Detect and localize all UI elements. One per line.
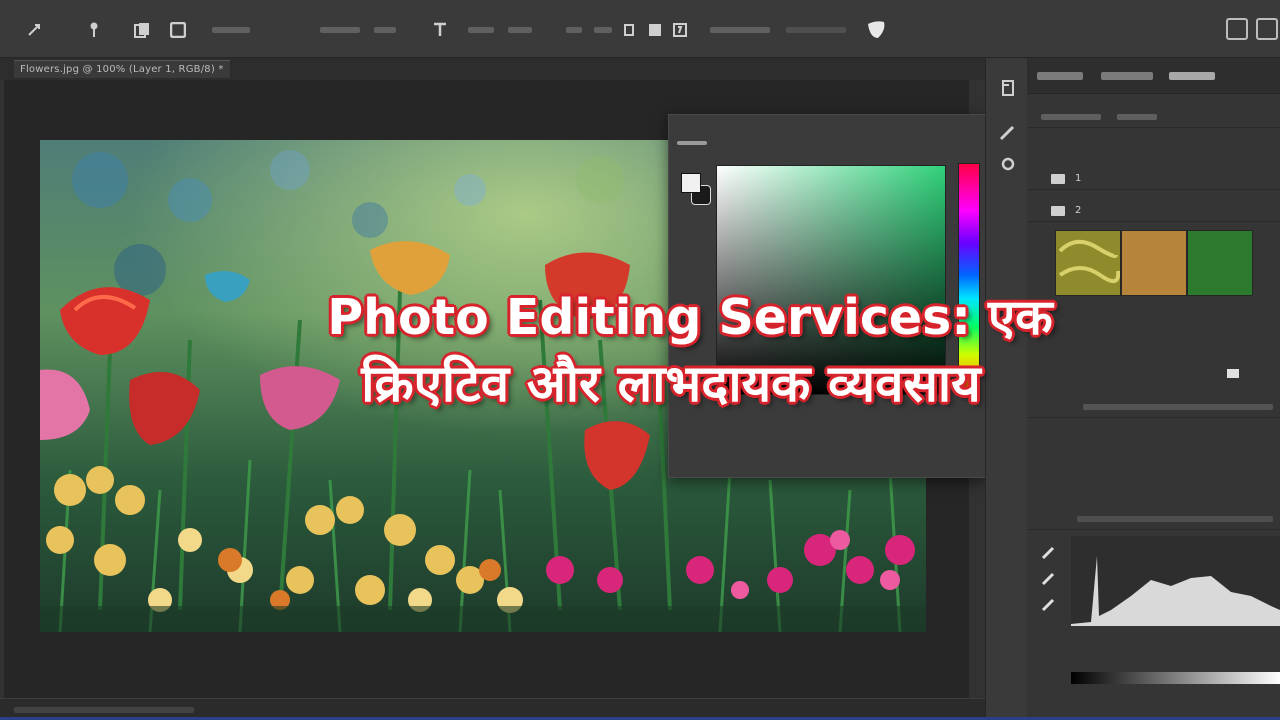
- document-tab[interactable]: Flowers.jpg @ 100% (Layer 1, RGB/8) *: [14, 60, 230, 78]
- settings-icon[interactable]: [998, 154, 1018, 174]
- layer-row[interactable]: 1: [1027, 168, 1280, 190]
- levels-histogram: [1071, 536, 1280, 626]
- black-point-eyedropper-icon[interactable]: [1041, 544, 1059, 562]
- output-levels-gradient[interactable]: [1071, 672, 1280, 684]
- options-bar: [0, 0, 1280, 58]
- white-point-eyedropper-icon[interactable]: [1041, 596, 1059, 614]
- panel-toolbar: [1027, 106, 1280, 128]
- maximize-button[interactable]: [1256, 18, 1278, 40]
- gray-point-eyedropper-icon[interactable]: [1041, 570, 1059, 588]
- tab-layers[interactable]: [1169, 72, 1215, 80]
- folder-icon: [1051, 174, 1065, 184]
- tool-option-label: [374, 27, 396, 33]
- tool-option-label: [566, 27, 582, 33]
- copy-icon[interactable]: [646, 20, 664, 40]
- zoom-icon[interactable]: [622, 20, 636, 40]
- headline-line-1: Photo Editing Services: एक: [327, 289, 1053, 346]
- document-tab-bar: Flowers.jpg @ 100% (Layer 1, RGB/8) *: [0, 58, 985, 80]
- brush-preset-icon[interactable]: [862, 20, 890, 40]
- foreground-color-swatch[interactable]: [681, 173, 701, 193]
- tool-option-label: [212, 27, 250, 33]
- headline-overlay: Photo Editing Services: एक क्रिएटिव और ल…: [0, 286, 1280, 420]
- layer-row[interactable]: 2: [1027, 200, 1280, 222]
- tool-option-label: [508, 27, 532, 33]
- history-icon[interactable]: [998, 78, 1018, 98]
- panel-option: [1041, 114, 1101, 120]
- tool-option-label: [786, 27, 846, 33]
- dialog-title: [677, 141, 707, 145]
- panel-tabs: [1027, 58, 1280, 94]
- headline-line-2: क्रिएटिव और लाभदायक व्यवसाय: [361, 355, 981, 414]
- channel-select[interactable]: [1077, 516, 1273, 522]
- pin-icon[interactable]: [84, 20, 104, 40]
- stamp-icon[interactable]: [670, 20, 690, 40]
- square-icon[interactable]: [168, 20, 188, 40]
- brush-icon[interactable]: [998, 122, 1018, 142]
- text-tool-icon[interactable]: [430, 20, 450, 40]
- tool-option-label: [320, 27, 360, 33]
- folder-icon: [1051, 206, 1065, 216]
- tab-swatches[interactable]: [1101, 72, 1153, 80]
- status-info: [14, 707, 194, 713]
- minimize-button[interactable]: [1226, 18, 1248, 40]
- panel-option: [1117, 114, 1157, 120]
- move-icon[interactable]: [24, 20, 44, 40]
- channel-row: [1027, 508, 1280, 530]
- layer-label: 2: [1075, 205, 1082, 216]
- photo-editor-window: Flowers.jpg @ 100% (Layer 1, RGB/8) * 1 …: [0, 0, 1280, 720]
- tool-option-label: [468, 27, 494, 33]
- tool-option-label: [710, 27, 770, 33]
- tab-color[interactable]: [1037, 72, 1083, 80]
- tool-option-label: [594, 27, 612, 33]
- layer-label: 1: [1075, 173, 1082, 184]
- copy-icon[interactable]: [132, 20, 152, 40]
